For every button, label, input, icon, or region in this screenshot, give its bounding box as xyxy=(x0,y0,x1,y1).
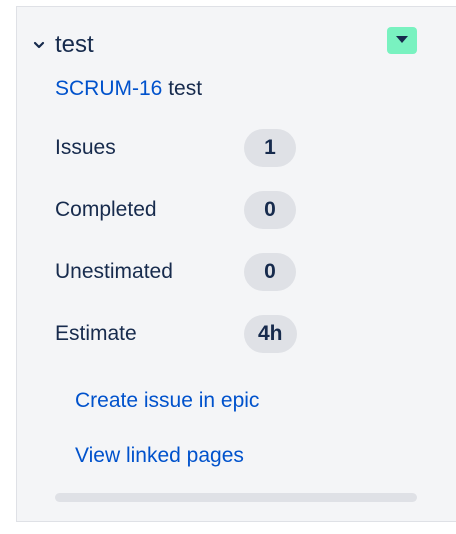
stat-label: Estimate xyxy=(55,322,137,345)
chevron-down-icon[interactable] xyxy=(29,35,49,55)
epic-progress-bar xyxy=(55,493,417,502)
epic-color-dropdown-button[interactable] xyxy=(387,27,417,54)
epic-panel: test SCRUM-16 test Issues 1 Completed 0 … xyxy=(16,6,456,522)
epic-link-row: SCRUM-16 test xyxy=(55,77,202,101)
stat-badge: 1 xyxy=(244,129,296,167)
stat-row-completed: Completed 0 xyxy=(55,190,355,230)
stat-label: Issues xyxy=(55,136,116,159)
stat-label: Completed xyxy=(55,198,157,221)
create-issue-in-epic-link[interactable]: Create issue in epic xyxy=(75,389,259,413)
stat-row-unestimated: Unestimated 0 xyxy=(55,252,355,292)
epic-title[interactable]: test xyxy=(55,31,94,59)
stat-row-estimate: Estimate 4h xyxy=(55,314,355,354)
stat-badge: 0 xyxy=(244,191,296,229)
stat-badge: 4h xyxy=(244,315,297,353)
stat-label: Unestimated xyxy=(55,260,173,283)
epic-header: test xyxy=(29,29,94,61)
stat-badge: 0 xyxy=(244,253,296,291)
view-linked-pages-link[interactable]: View linked pages xyxy=(75,444,244,468)
epic-key-link[interactable]: SCRUM-16 xyxy=(55,77,162,100)
caret-down-icon xyxy=(395,32,409,50)
stat-row-issues: Issues 1 xyxy=(55,128,355,168)
epic-summary: test xyxy=(168,77,203,100)
